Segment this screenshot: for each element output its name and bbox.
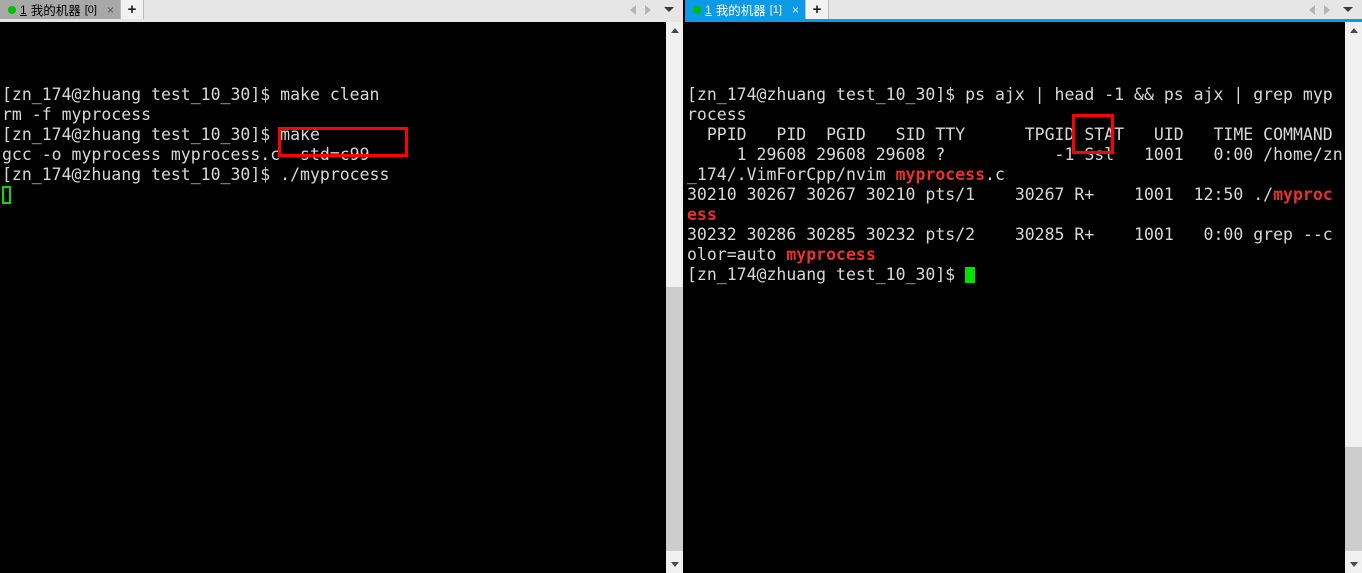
terminal-line: PPID PID PGID SID TTY TPGID STAT UID TIM… bbox=[687, 125, 1344, 145]
scroll-down-icon bbox=[670, 562, 679, 567]
tabbar-spacer-right bbox=[828, 0, 1309, 19]
terminal-line: [zn_174@zhuang test_10_30]$ make clean bbox=[2, 85, 665, 105]
scroll-up-button[interactable] bbox=[666, 22, 683, 39]
scroll-up-icon bbox=[1349, 28, 1358, 33]
connection-status-dot-icon bbox=[693, 5, 701, 14]
scroll-down-button[interactable] bbox=[666, 556, 683, 573]
scroll-down-button[interactable] bbox=[1345, 556, 1362, 573]
chevron-down-icon[interactable] bbox=[1343, 7, 1353, 12]
close-icon[interactable]: × bbox=[107, 4, 114, 16]
tab-title-label: 我的机器 bbox=[715, 4, 766, 18]
terminal-text: [zn_174@zhuang test_10_30]$ bbox=[687, 265, 966, 284]
tabbar-right: 1 我的机器 [1] × + bbox=[685, 0, 1362, 22]
terminal-line: 1 29608 29608 29608 ? -1 Ssl 1001 0:00 /… bbox=[687, 145, 1344, 165]
tab-my-machine-1[interactable]: 1 我的机器 [1] × bbox=[685, 0, 805, 19]
nav-left-icon[interactable] bbox=[1309, 4, 1315, 15]
terminal-line: [zn_174@zhuang test_10_30]$ ./myprocess bbox=[2, 165, 665, 185]
terminal-text: .c bbox=[985, 165, 1005, 184]
terminal-line: [zn_174@zhuang test_10_30]$ bbox=[687, 265, 1344, 285]
terminal-text: [zn_174@zhuang test_10_30]$ ps ajx | hea… bbox=[687, 85, 1333, 104]
tabbar-nav-right bbox=[1309, 0, 1362, 19]
terminal-body-left: [zn_174@zhuang test_10_30]$ make clean rm… bbox=[0, 22, 683, 573]
tab-my-machine-0[interactable]: 1 我的机器 [0] × bbox=[0, 0, 120, 19]
terminal-text: [zn_174@zhuang test_10_30]$ make clean bbox=[2, 85, 380, 104]
scrollbar-left[interactable] bbox=[665, 22, 683, 573]
terminal-text: [zn_174@zhuang test_10_30]$ make bbox=[2, 125, 320, 144]
terminal-text-highlighted: myproc bbox=[1273, 185, 1333, 204]
terminal-text: 1 29608 29608 29608 ? -1 Ssl 1001 0:00 /… bbox=[687, 145, 1343, 164]
terminal-line: [zn_174@zhuang test_10_30]$ ps ajx | hea… bbox=[687, 85, 1344, 105]
terminal-text-highlighted: myprocess bbox=[895, 165, 986, 184]
scroll-up-button[interactable] bbox=[1345, 22, 1362, 39]
terminal-app-window: 1 我的机器 [0] × + [zn_174@zhuang test_10_30… bbox=[0, 0, 1362, 573]
terminal-text-highlighted: myprocess bbox=[786, 245, 876, 264]
terminal-line bbox=[2, 185, 665, 205]
terminal-output-right[interactable]: [zn_174@zhuang test_10_30]$ ps ajx | hea… bbox=[685, 22, 1344, 573]
terminal-text-highlighted: ess bbox=[687, 205, 717, 224]
terminal-pane-left: 1 我的机器 [0] × + [zn_174@zhuang test_10_30… bbox=[0, 0, 683, 573]
terminal-line: gcc -o myprocess myprocess.c -std=c99 bbox=[2, 145, 665, 165]
tab-title-label: 我的机器 bbox=[30, 4, 81, 18]
chevron-down-icon[interactable] bbox=[664, 7, 674, 12]
terminal-line: rm -f myprocess bbox=[2, 105, 665, 125]
scrollbar-track-left[interactable] bbox=[666, 39, 683, 556]
tab-session-label: [0] bbox=[84, 3, 97, 16]
new-tab-button[interactable]: + bbox=[804, 0, 829, 19]
nav-right-icon[interactable] bbox=[645, 4, 651, 15]
scrollbar-right[interactable] bbox=[1344, 22, 1362, 573]
terminal-text: 30232 30286 30285 30232 pts/2 30285 R+ 1… bbox=[687, 225, 1333, 244]
tabbar-spacer-left bbox=[143, 0, 630, 19]
tabbar-nav-left bbox=[630, 0, 683, 19]
terminal-text: [zn_174@zhuang test_10_30]$ ./myprocess bbox=[2, 165, 390, 184]
terminal-line: ess bbox=[687, 205, 1344, 225]
tab-session-label: [1] bbox=[769, 3, 782, 16]
terminal-line: olor=auto myprocess bbox=[687, 245, 1344, 265]
terminal-line: _174/.VimForCpp/nvim myprocess.c bbox=[687, 165, 1344, 185]
terminal-text: olor=auto bbox=[687, 245, 787, 264]
terminal-cursor bbox=[2, 186, 11, 204]
scrollbar-thumb-left[interactable] bbox=[666, 287, 683, 551]
scroll-up-icon bbox=[670, 28, 679, 33]
terminal-text: _174/.VimForCpp/nvim bbox=[687, 165, 896, 184]
terminal-line: 30232 30286 30285 30232 pts/2 30285 R+ 1… bbox=[687, 225, 1344, 245]
terminal-pane-right: 1 我的机器 [1] × + [zn_174@zhuang test_10_30… bbox=[685, 0, 1362, 573]
terminal-text: gcc -o myprocess myprocess.c -std=c99 bbox=[2, 145, 370, 164]
tab-index-label: 1 bbox=[20, 2, 27, 17]
terminal-text: rm -f myprocess bbox=[2, 105, 152, 124]
terminal-line: 30210 30267 30267 30210 pts/1 30267 R+ 1… bbox=[687, 185, 1344, 205]
new-tab-button[interactable]: + bbox=[119, 0, 144, 19]
tab-index-label: 1 bbox=[705, 2, 712, 17]
nav-left-icon[interactable] bbox=[630, 4, 636, 15]
terminal-body-right: [zn_174@zhuang test_10_30]$ ps ajx | hea… bbox=[685, 22, 1362, 573]
terminal-text: 30210 30267 30267 30210 pts/1 30267 R+ 1… bbox=[687, 185, 1274, 204]
close-icon[interactable]: × bbox=[792, 4, 799, 16]
tabbar-left: 1 我的机器 [0] × + bbox=[0, 0, 683, 22]
scrollbar-track-right[interactable] bbox=[1345, 39, 1362, 556]
scroll-down-icon bbox=[1349, 562, 1358, 567]
terminal-output-left[interactable]: [zn_174@zhuang test_10_30]$ make clean rm… bbox=[0, 22, 665, 573]
terminal-text: PPID PID PGID SID TTY TPGID STAT UID TIM… bbox=[687, 125, 1333, 144]
terminal-line: rocess bbox=[687, 105, 1344, 125]
connection-status-dot-icon bbox=[8, 5, 16, 14]
terminal-line: [zn_174@zhuang test_10_30]$ make bbox=[2, 125, 665, 145]
terminal-cursor bbox=[965, 267, 976, 283]
scrollbar-thumb-right[interactable] bbox=[1345, 447, 1362, 551]
terminal-text: rocess bbox=[687, 105, 747, 124]
nav-right-icon[interactable] bbox=[1324, 4, 1330, 15]
